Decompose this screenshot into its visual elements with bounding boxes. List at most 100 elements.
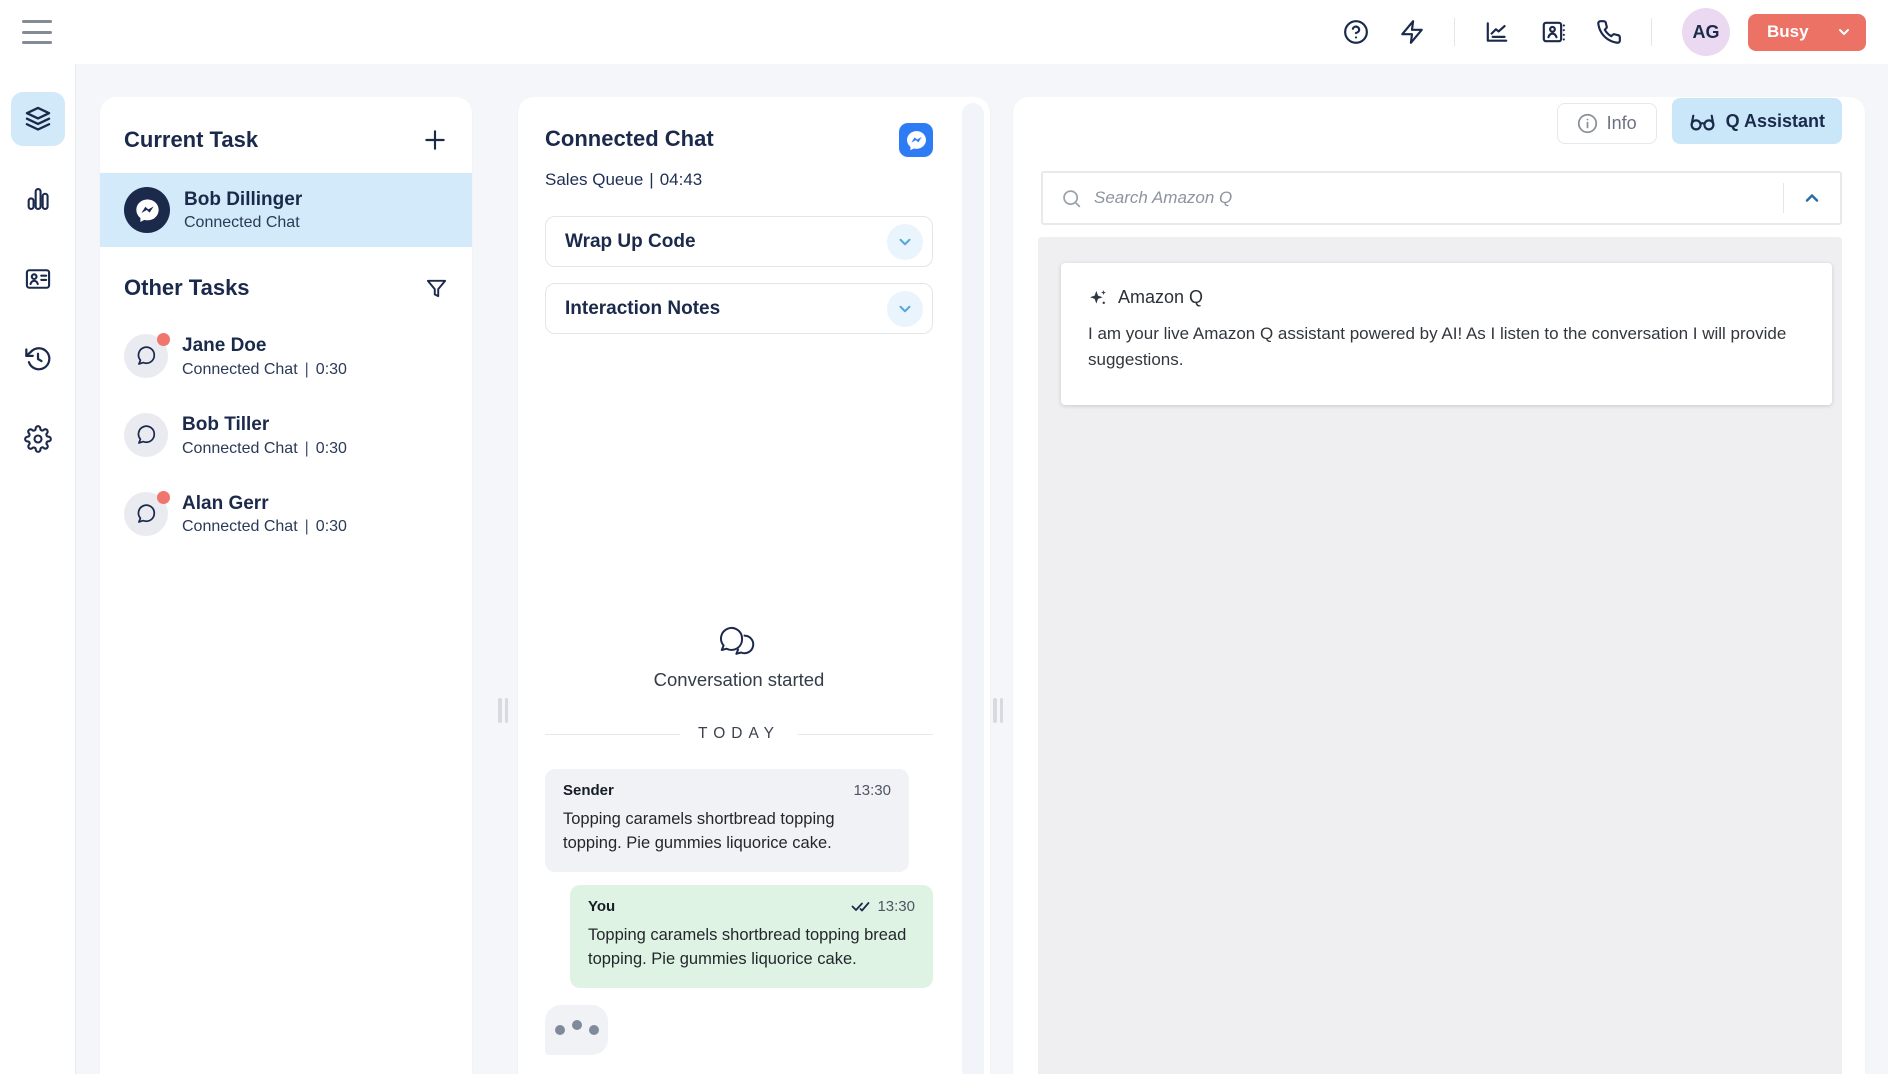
q-suggestions-section: Amazon Q I am your live Amazon Q assista…: [1038, 237, 1842, 1074]
chevron-down-icon[interactable]: [887, 291, 923, 327]
chat-title: Connected Chat: [545, 123, 714, 155]
messenger-channel-icon[interactable]: [899, 123, 933, 157]
chat-bubble-icon: [124, 334, 168, 378]
accordion-label: Wrap Up Code: [565, 231, 696, 253]
other-tasks-title: Other Tasks: [124, 275, 250, 301]
chat-bubbles-icon: [717, 626, 761, 659]
settings-gear-icon: [24, 425, 52, 453]
top-bar-actions: AG Busy: [1328, 8, 1866, 56]
amazon-q-card: Amazon Q I am your live Amazon Q assista…: [1061, 263, 1832, 405]
task-name: Bob Tiller: [182, 413, 347, 437]
tab-info[interactable]: Info: [1557, 103, 1657, 144]
sparkle-icon: [1088, 288, 1108, 308]
bar-chart-icon: [24, 185, 52, 213]
day-divider: TODAY: [545, 725, 933, 743]
avatar[interactable]: AG: [1682, 8, 1730, 56]
task-channel: Connected Chat: [182, 518, 298, 535]
navigation-rail: [0, 64, 76, 1074]
current-task-row[interactable]: Bob Dillinger Connected Chat: [100, 173, 472, 247]
other-tasks-list: Jane Doe Connected Chat|0:30 Bob Tiller …: [100, 317, 472, 553]
quick-connects-icon[interactable]: [1397, 17, 1427, 47]
task-row-bob-tiller[interactable]: Bob Tiller Connected Chat|0:30: [100, 396, 472, 475]
chevron-down-icon: [1836, 24, 1852, 40]
task-duration: 0:30: [316, 518, 347, 535]
phone-icon[interactable]: [1594, 17, 1624, 47]
chat-bubble-icon: [124, 413, 168, 457]
unread-dot: [157, 491, 170, 504]
message-time: 13:30: [877, 898, 915, 915]
panel-resize-handle[interactable]: [993, 698, 1003, 723]
collapse-chevron-up-icon[interactable]: [1784, 173, 1840, 223]
interaction-notes-accordion[interactable]: Interaction Notes: [545, 283, 933, 334]
task-name: Jane Doe: [182, 334, 347, 358]
task-duration: 0:30: [316, 361, 347, 378]
amazon-q-card-title: Amazon Q: [1118, 287, 1203, 308]
contact-timer: 04:43: [660, 170, 703, 189]
conversation-started: Conversation started: [545, 626, 933, 691]
chevron-down-icon[interactable]: [887, 224, 923, 260]
current-task-title: Current Task: [124, 127, 258, 153]
chat-panel: Connected Chat Sales Queue|04:43 Wrap Up…: [518, 97, 990, 1074]
task-name: Alan Gerr: [182, 492, 347, 516]
panel-resize-handle[interactable]: [498, 698, 508, 723]
divider: [1454, 18, 1455, 46]
metrics-icon[interactable]: [1482, 17, 1512, 47]
menu-icon[interactable]: [22, 20, 52, 44]
agent-status-label: Busy: [1767, 22, 1809, 42]
message-author: Sender: [563, 782, 614, 799]
accordion-label: Interaction Notes: [565, 298, 720, 320]
assistant-tabs: Info Q Assistant: [1013, 97, 1865, 144]
search-input[interactable]: [1082, 188, 1783, 208]
current-task-name: Bob Dillinger: [184, 188, 302, 212]
delivered-check-icon: [851, 899, 870, 913]
queue-and-timer: Sales Queue|04:43: [545, 170, 933, 190]
typing-indicator: [545, 1005, 608, 1055]
message-text: Topping caramels shortbread topping topp…: [563, 808, 891, 856]
assistant-panel: Info Q Assistant Amazon Q I am your live…: [1013, 97, 1865, 1074]
queue-label: Sales Queue: [545, 170, 643, 189]
sidebar-item-history[interactable]: [11, 332, 65, 386]
chat-scrollbar[interactable]: [962, 103, 984, 1074]
tasks-panel: Current Task Bob Dillinger Connected Cha…: [100, 97, 472, 1074]
sidebar-item-tasks[interactable]: [11, 92, 65, 146]
message-time: 13:30: [853, 782, 891, 799]
agent-status-button[interactable]: Busy: [1748, 14, 1866, 51]
task-duration: 0:30: [316, 440, 347, 457]
messenger-icon: [124, 187, 170, 233]
amazon-q-card-body: I am your live Amazon Q assistant powere…: [1088, 321, 1805, 374]
avatar-initials: AG: [1693, 22, 1720, 43]
message-text: Topping caramels shortbread topping brea…: [588, 924, 915, 972]
message-bubble-outgoing: You 13:30 Topping caramels shortbread to…: [570, 885, 933, 988]
directory-icon[interactable]: [1538, 17, 1568, 47]
tab-q-assistant[interactable]: Q Assistant: [1672, 98, 1842, 144]
unread-dot: [157, 333, 170, 346]
divider: [1651, 18, 1652, 46]
tasks-layers-icon: [24, 105, 52, 133]
current-task-channel: Connected Chat: [184, 214, 302, 232]
info-icon: [1577, 113, 1598, 134]
message-bubble-incoming: Sender 13:30 Topping caramels shortbread…: [545, 769, 909, 872]
wrap-up-code-accordion[interactable]: Wrap Up Code: [545, 216, 933, 267]
day-divider-label: TODAY: [680, 725, 798, 743]
q-search-bar: [1041, 171, 1842, 225]
search-icon: [1061, 188, 1082, 209]
glasses-icon: [1689, 108, 1716, 135]
plus-icon: [422, 127, 448, 153]
add-task-button[interactable]: [422, 127, 448, 153]
filter-icon[interactable]: [425, 277, 448, 300]
task-row-jane-doe[interactable]: Jane Doe Connected Chat|0:30: [100, 317, 472, 396]
task-row-alan-gerr[interactable]: Alan Gerr Connected Chat|0:30: [100, 475, 472, 554]
sidebar-item-metrics[interactable]: [11, 172, 65, 226]
sidebar-item-contacts[interactable]: [11, 252, 65, 306]
conversation-started-label: Conversation started: [654, 669, 825, 691]
message-author: You: [588, 898, 615, 915]
chat-bubble-icon: [124, 492, 168, 536]
help-icon[interactable]: [1341, 17, 1371, 47]
history-icon: [24, 345, 52, 373]
task-channel: Connected Chat: [182, 440, 298, 457]
top-bar: AG Busy: [0, 0, 1888, 64]
sidebar-item-settings[interactable]: [11, 412, 65, 466]
tab-q-assistant-label: Q Assistant: [1726, 111, 1825, 132]
contact-card-icon: [24, 265, 52, 293]
task-channel: Connected Chat: [182, 361, 298, 378]
